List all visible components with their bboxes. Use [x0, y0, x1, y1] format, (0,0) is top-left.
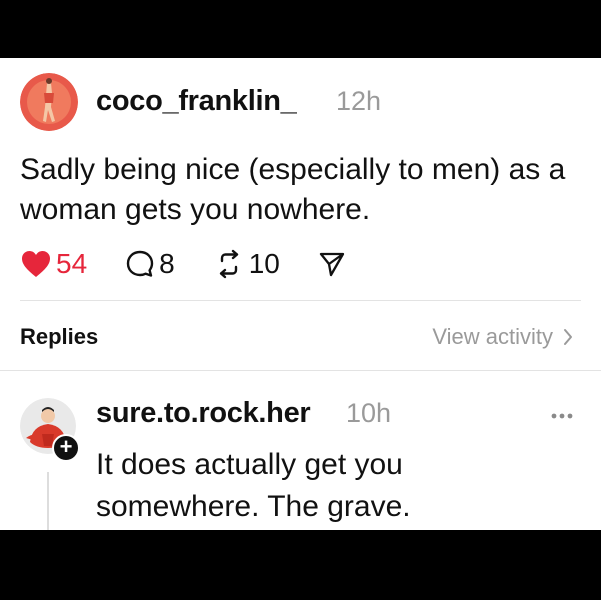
post-body: Sadly being nice (especially to men) as … — [20, 153, 566, 226]
divider — [20, 300, 581, 301]
follow-button[interactable]: + — [52, 434, 80, 462]
like-count: 54 — [56, 248, 88, 279]
thread-screen: coco_franklin_ 12h Sadly being nice (esp… — [0, 58, 601, 530]
post-timestamp: 12h — [336, 86, 382, 116]
post-username[interactable]: coco_franklin_ — [96, 85, 297, 118]
share-icon — [319, 252, 345, 277]
post-author-avatar[interactable] — [20, 73, 78, 131]
post-actions: 54 8 10 — [20, 248, 388, 280]
chevron-right-icon — [564, 329, 572, 345]
comment-button[interactable]: 8 — [125, 248, 175, 280]
view-activity-label: View activity — [432, 324, 553, 349]
heart-icon — [22, 251, 50, 277]
share-button[interactable] — [318, 250, 350, 278]
repost-button[interactable]: 10 — [213, 248, 280, 280]
comment-count: 8 — [159, 248, 175, 279]
thread-line — [47, 472, 49, 530]
more-icon[interactable] — [551, 406, 573, 424]
view-activity-link[interactable]: View activity — [432, 324, 573, 350]
like-button[interactable]: 54 — [20, 248, 87, 280]
plus-icon: + — [59, 434, 73, 459]
reply-username[interactable]: sure.to.rock.her — [96, 397, 311, 430]
replies-heading: Replies — [20, 324, 99, 349]
comment-icon — [126, 250, 154, 277]
reply-timestamp: 10h — [346, 398, 392, 428]
repost-icon — [219, 249, 238, 279]
reply-body: It does actually get you somewhere. The … — [96, 448, 411, 523]
divider — [0, 370, 601, 371]
repost-count: 10 — [248, 248, 280, 279]
